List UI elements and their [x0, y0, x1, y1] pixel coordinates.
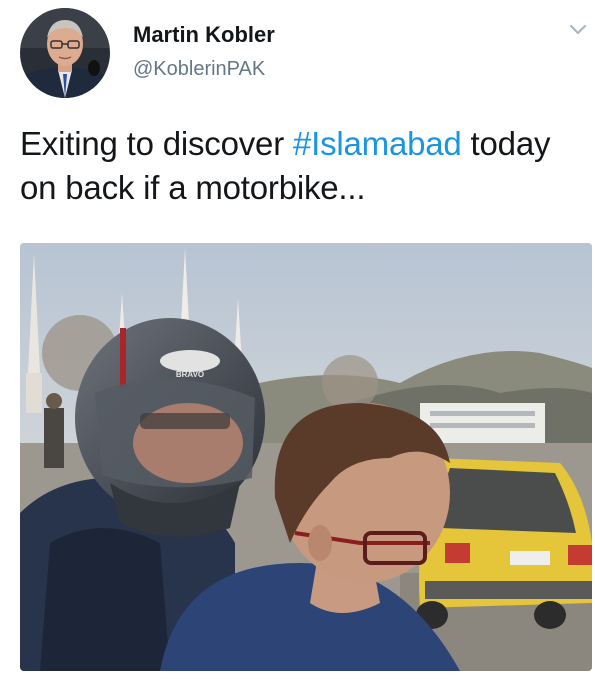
tweet-photo[interactable]: BRAVO: [20, 243, 592, 671]
photo-image: BRAVO: [20, 243, 592, 671]
tweet-text-before: Exiting to discover: [20, 125, 293, 162]
tweet-card: Martin Kobler @KoblerinPAK Exiting to di…: [0, 0, 595, 679]
display-name[interactable]: Martin Kobler: [133, 22, 275, 48]
helmet-brand-text: BRAVO: [176, 370, 204, 379]
avatar-image: [20, 8, 110, 98]
chevron-down-icon[interactable]: [568, 22, 588, 38]
avatar[interactable]: [20, 8, 110, 98]
hashtag-link[interactable]: #Islamabad: [293, 125, 462, 162]
tweet-text: Exiting to discover #Islamabad today on …: [20, 122, 585, 210]
user-handle[interactable]: @KoblerinPAK: [133, 58, 265, 81]
